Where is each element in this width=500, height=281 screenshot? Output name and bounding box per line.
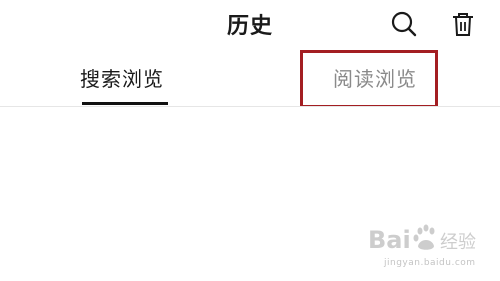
search-button[interactable] <box>390 10 418 38</box>
active-tab-indicator <box>82 102 168 105</box>
page-title: 历史 <box>226 14 273 39</box>
tab-search-browsing[interactable]: 搜索浏览 <box>80 66 164 92</box>
history-screen: 历史 搜索浏览 阅读浏览 Bai 经验 jingyan.baidu.com <box>0 0 500 281</box>
annotation-highlight-box <box>300 50 438 108</box>
svg-text:Bai: Bai <box>368 226 411 254</box>
baidu-jingyan-watermark: Bai 经验 jingyan.baidu.com <box>368 222 488 272</box>
watermark-url: jingyan.baidu.com <box>384 258 476 268</box>
svg-text:经验: 经验 <box>440 232 476 253</box>
baidu-logo-icon: Bai 经验 <box>368 224 476 254</box>
delete-history-button[interactable] <box>449 10 477 38</box>
search-icon <box>391 11 417 37</box>
trash-icon <box>453 13 473 36</box>
